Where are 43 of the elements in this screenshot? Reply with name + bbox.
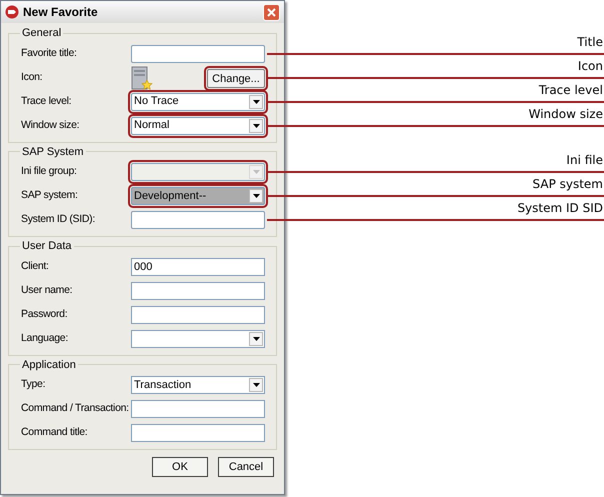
dropdown-field[interactable]: Development--: [131, 187, 265, 205]
close-icon: [267, 8, 276, 16]
dialog-button[interactable]: Cancel: [218, 457, 274, 477]
field-label: Command title:: [20, 425, 88, 440]
input-field[interactable]: [131, 400, 265, 418]
group-title: SAP System: [21, 144, 85, 160]
input-field[interactable]: [131, 282, 265, 300]
input-field[interactable]: [131, 44, 265, 62]
field-label: Window size:: [20, 118, 80, 133]
field-label: System ID (SID):: [20, 212, 96, 228]
field-label: User name:: [20, 282, 74, 298]
window-title: New Favorite: [23, 4, 99, 21]
dialog-button[interactable]: OK: [152, 457, 208, 477]
input-field[interactable]: [131, 211, 265, 229]
dropdown-field[interactable]: [131, 330, 265, 348]
field-label: Icon:: [20, 70, 44, 85]
field-label: SAP system:: [20, 188, 79, 204]
field-label: Trace level:: [20, 94, 72, 109]
change-button[interactable]: Change...: [207, 69, 265, 88]
callout-label: Icon: [578, 58, 603, 74]
group-title: Application: [21, 358, 77, 372]
callout-label: Trace level: [538, 82, 603, 98]
close-button[interactable]: [263, 4, 280, 20]
field-label: Password:: [20, 306, 68, 322]
field-label: Ini file group:: [20, 164, 78, 180]
app-icon: [5, 5, 19, 19]
dropdown-field[interactable]: Transaction: [131, 376, 265, 394]
group-title: User Data: [21, 239, 73, 254]
input-field[interactable]: [131, 424, 265, 442]
callout-label: SAP system: [532, 176, 603, 193]
field-label: Favorite title:: [20, 46, 78, 61]
field-label: Command / Transaction:: [20, 401, 130, 416]
field-label: Type:: [20, 377, 46, 392]
callout-label: Title: [577, 34, 603, 50]
field-label: Client:: [20, 258, 50, 274]
callout-label: Ini file: [566, 152, 603, 169]
server-star-icon: [131, 66, 153, 90]
group-title: General: [21, 26, 62, 41]
input-field[interactable]: 000: [131, 258, 265, 276]
input-field[interactable]: [131, 306, 265, 324]
callout-label: System ID SID: [517, 200, 603, 217]
callout-label: Window size: [528, 106, 603, 122]
field-label: Language:: [20, 330, 69, 346]
